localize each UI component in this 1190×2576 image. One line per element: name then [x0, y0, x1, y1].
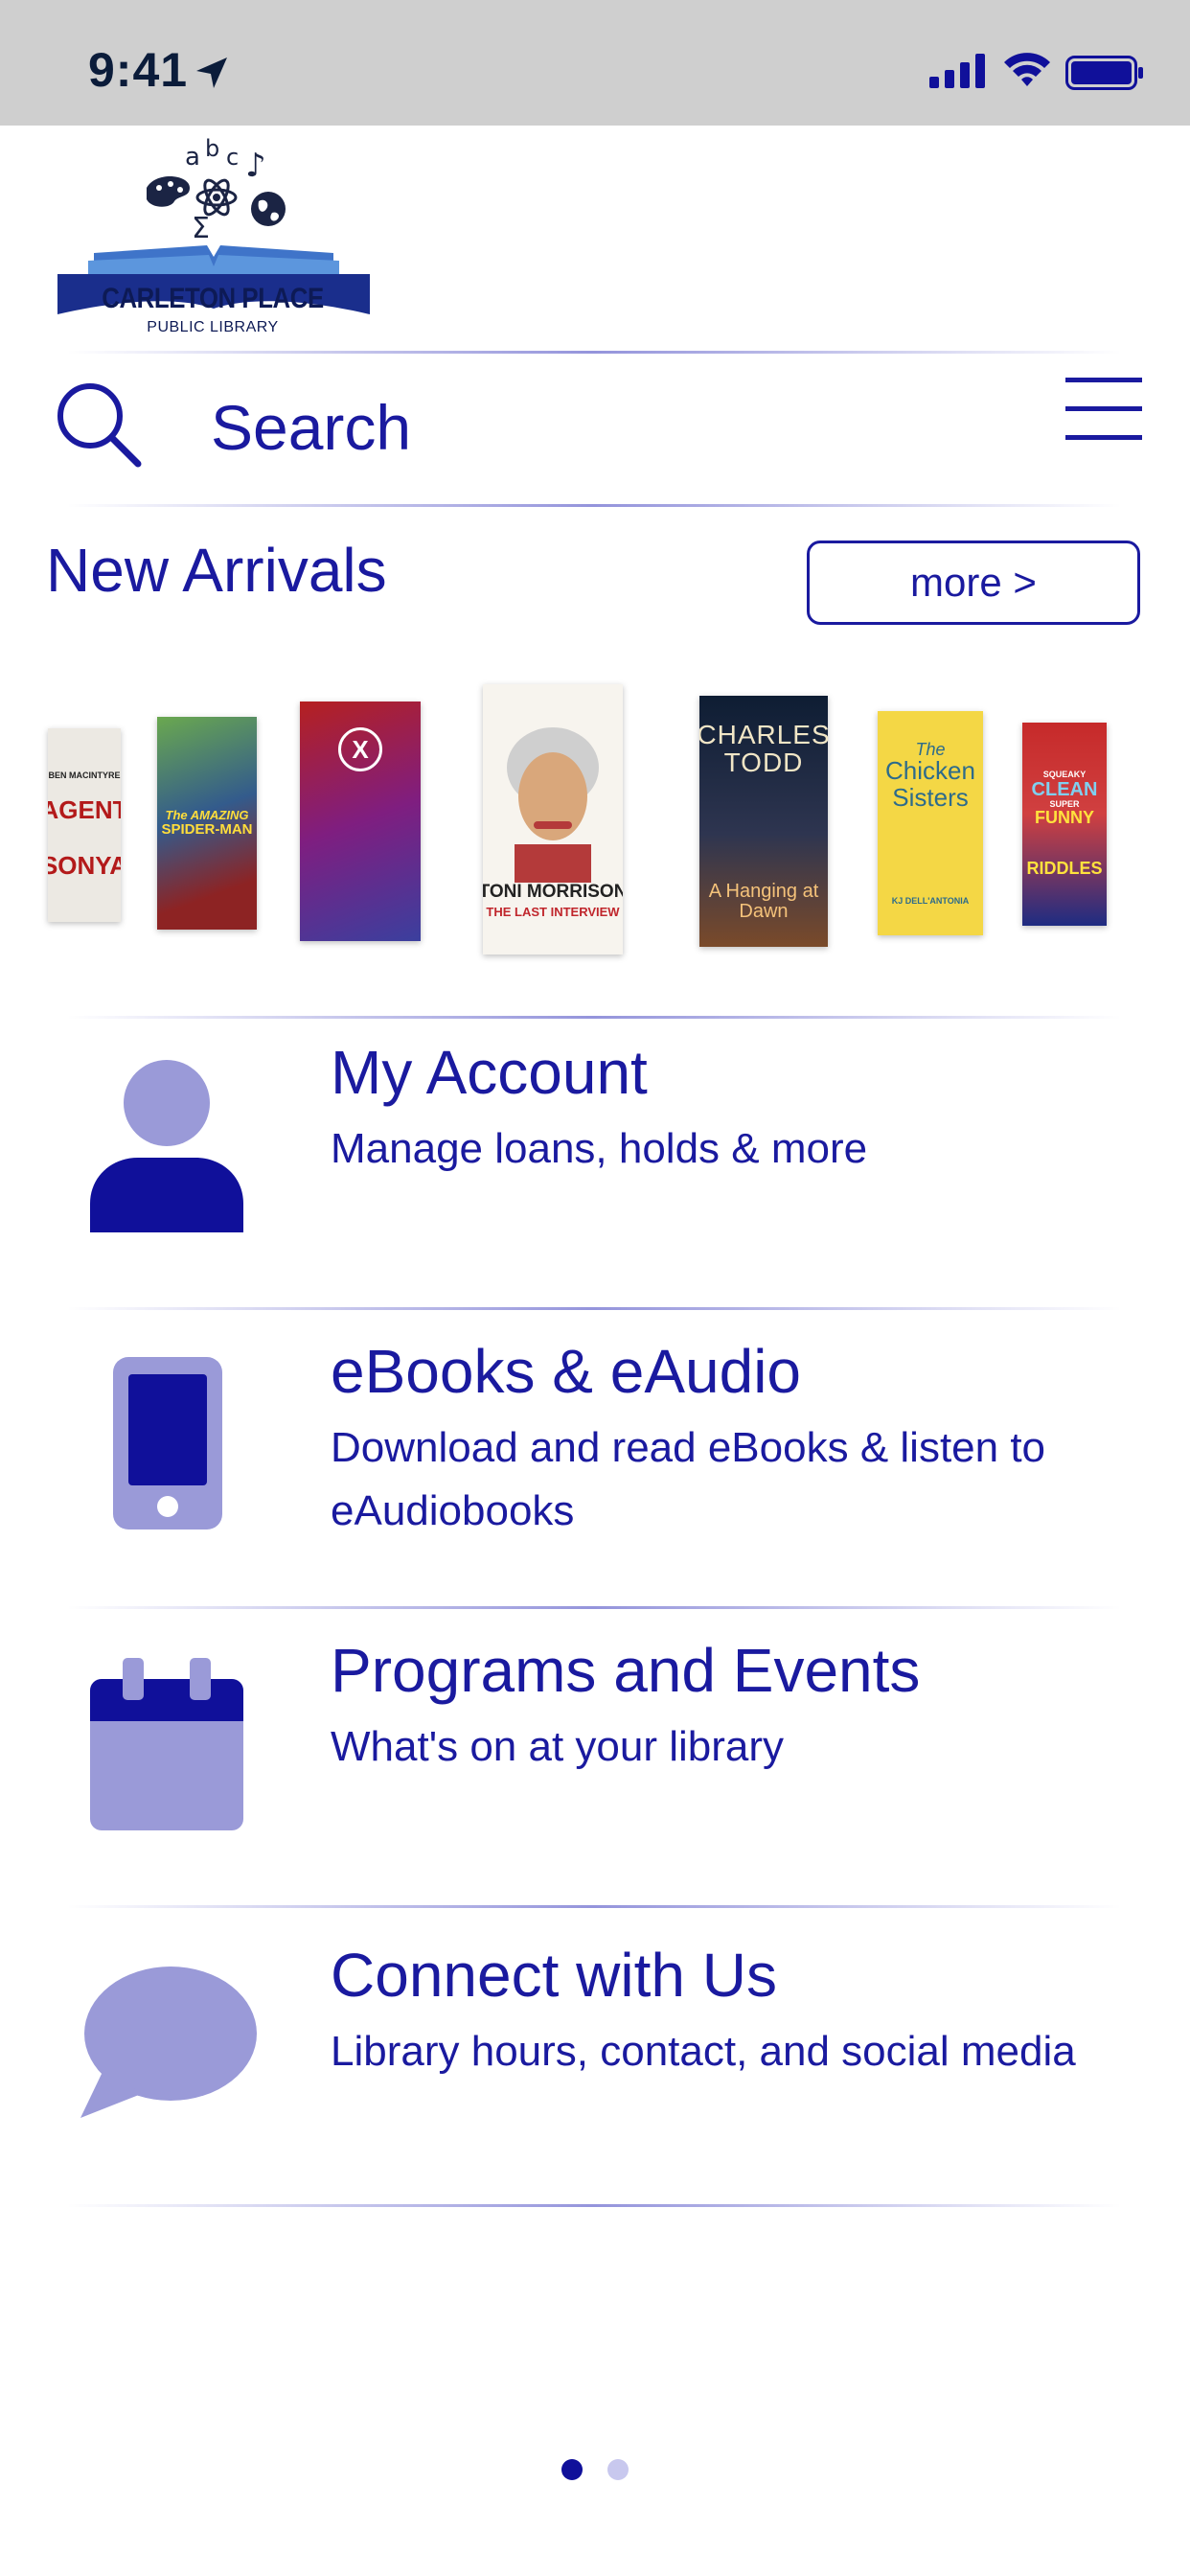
divider — [67, 1905, 1121, 1908]
menu-item-description: Manage loans, holds & more — [331, 1125, 868, 1172]
menu-item-title: My Account — [331, 1038, 648, 1107]
menu-item-description: Download and read eBooks & listen to eAu… — [331, 1424, 1046, 1534]
cellular-signal-icon — [929, 54, 985, 88]
menu-item-title: Programs and Events — [331, 1636, 921, 1705]
search-field[interactable]: Search — [211, 391, 411, 464]
location-arrow-icon — [196, 58, 227, 88]
chat-bubble-icon — [80, 1966, 257, 2118]
more-button[interactable]: more > — [807, 540, 1140, 625]
phone-icon — [113, 1357, 222, 1530]
book-cover[interactable]: The Chicken Sisters KJ DELL'ANTONIA — [878, 711, 983, 935]
book-cover-author: BEN MACINTYRE — [48, 770, 121, 780]
search-icon[interactable] — [54, 380, 146, 472]
logo-glyph-c: c — [226, 144, 239, 171]
book-cover-author: TONI MORRISON — [483, 882, 623, 903]
book-cover[interactable]: SQUEAKY CLEAN SUPER FUNNY RIDDLES — [1022, 723, 1107, 926]
book-cover-author: TODD — [723, 748, 804, 777]
book-cover-title: X — [338, 727, 382, 771]
book-cover-title: THE LAST INTERVIEW — [486, 905, 620, 920]
wifi-icon — [1004, 53, 1050, 86]
book-cover-title: FUNNY — [1035, 808, 1094, 828]
book-cover-title: SONYA — [48, 850, 121, 880]
book-cover-title: Sisters — [892, 782, 969, 812]
book-cover-title: SPIDER-MAN — [161, 820, 253, 838]
new-arrivals-title: New Arrivals — [46, 536, 387, 605]
logo-glyph-b: b — [205, 135, 219, 162]
book-cover-title: AGENT — [48, 795, 121, 825]
divider — [67, 1307, 1121, 1310]
book-cover-title: The AMAZING — [165, 808, 249, 823]
book-cover[interactable]: CHARLES TODD A Hanging at Dawn — [699, 696, 828, 947]
menu-item-ebooks-eaudio[interactable]: eBooks & eAudio Download and read eBooks… — [0, 1322, 1190, 1600]
book-cover-title: RIDDLES — [1026, 858, 1103, 878]
divider — [67, 1016, 1121, 1019]
battery-icon — [1065, 56, 1143, 90]
calendar-icon — [90, 1658, 243, 1830]
book-cover-title: A Hanging at Dawn — [708, 881, 819, 923]
logo-subtitle: PUBLIC LIBRARY — [147, 319, 279, 335]
divider — [67, 2204, 1121, 2207]
menu-item-connect[interactable]: Connect with Us Library hours, contact, … — [0, 1917, 1190, 2195]
book-cover-title: Chicken — [885, 756, 975, 786]
book-cover-title: CLEAN — [1031, 778, 1098, 800]
status-time: 9:41 — [88, 43, 189, 97]
hamburger-menu-icon[interactable] — [1065, 376, 1142, 441]
logo-glyph-a: a — [185, 143, 200, 172]
divider — [67, 1606, 1121, 1609]
logo-name: CARLETON PLACE — [102, 283, 324, 314]
page-indicator-dot[interactable] — [607, 2459, 629, 2480]
page-indicator-dot-active[interactable] — [561, 2459, 583, 2480]
book-cover-author: KJ DELL'ANTONIA — [891, 896, 970, 907]
logo-glyph-sigma: Σ — [192, 212, 210, 245]
menu-item-title: eBooks & eAudio — [331, 1337, 801, 1406]
person-icon — [90, 1060, 243, 1232]
book-cover[interactable]: BEN MACINTYRE AGENT SONYA — [48, 728, 121, 922]
book-cover[interactable]: X — [300, 702, 421, 941]
divider — [67, 351, 1121, 354]
menu-item-description: Library hours, contact, and social media — [331, 2028, 1076, 2075]
menu-item-my-account[interactable]: My Account Manage loans, holds & more — [0, 1025, 1190, 1303]
menu-item-programs-events[interactable]: Programs and Events What's on at your li… — [0, 1620, 1190, 1898]
divider — [67, 504, 1121, 507]
menu-item-title: Connect with Us — [331, 1941, 777, 2010]
book-cover[interactable]: The AMAZING SPIDER-MAN — [157, 717, 257, 930]
book-cover[interactable]: TONI MORRISON THE LAST INTERVIEW — [483, 684, 623, 954]
menu-item-description: What's on at your library — [331, 1723, 785, 1770]
logo-glyph-note: ♪ — [245, 147, 266, 185]
portrait-illustration — [507, 727, 599, 884]
book-cover-author: CHARLES — [699, 719, 828, 749]
